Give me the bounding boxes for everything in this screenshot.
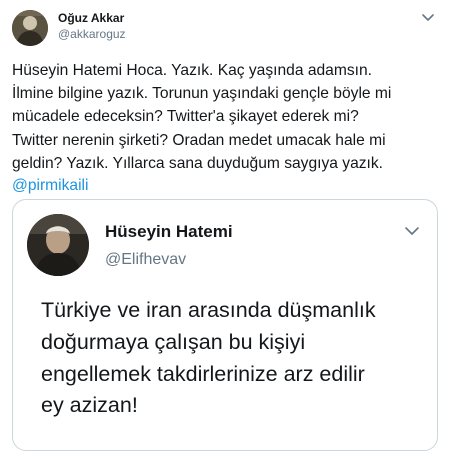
tweet-mention-link[interactable]: @pirmikaili: [12, 174, 88, 197]
quoted-author-handle[interactable]: @Elifhevav: [105, 251, 186, 269]
tweet-author-avatar[interactable]: [12, 10, 48, 46]
quoted-author-name[interactable]: Hüseyin Hatemi: [105, 222, 233, 242]
tweet-author-name[interactable]: Oğuz Akkar: [58, 11, 124, 25]
quoted-tweet-card[interactable]: Hüseyin Hatemi @Elifhevav Türkiye ve ira…: [12, 199, 438, 451]
tweet-author-handle[interactable]: @akkaroguz: [58, 27, 126, 41]
quoted-author-avatar[interactable]: [27, 214, 89, 276]
chevron-down-icon[interactable]: [422, 13, 434, 23]
quoted-tweet-text: Türkiye ve iran arasında düşmanlık doğur…: [41, 298, 376, 418]
tweet-text: Hüseyin Hatemi Hoca. Yazık. Kaç yaşında …: [12, 62, 392, 172]
chevron-down-icon[interactable]: [405, 226, 419, 236]
